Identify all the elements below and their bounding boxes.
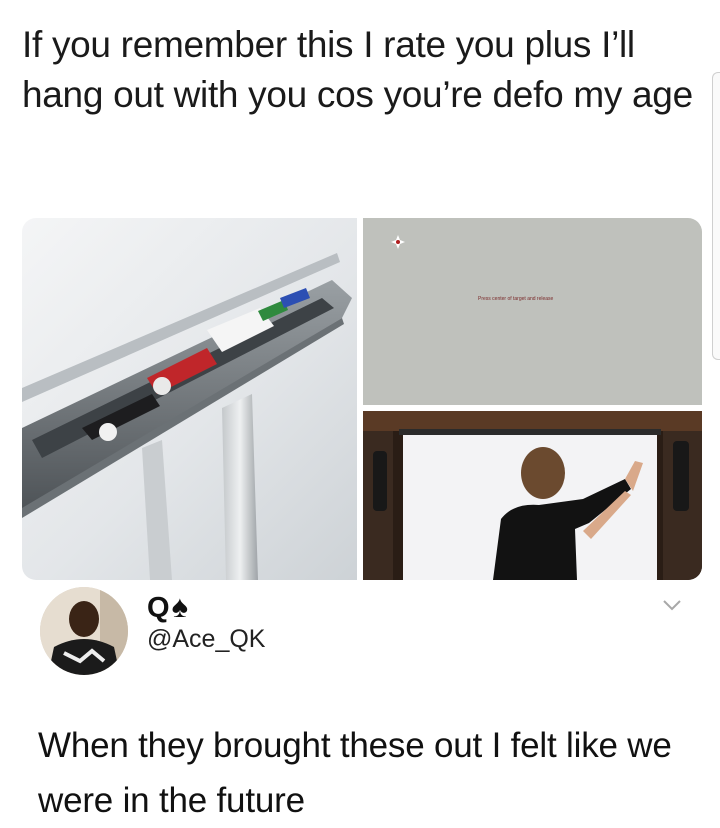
crosshair-target-icon	[391, 235, 405, 249]
pen-tray-illustration	[22, 253, 352, 580]
avatar-image	[40, 587, 128, 675]
display-name-text: Q	[147, 592, 170, 624]
photo-grid[interactable]: Press center of target and release	[22, 218, 702, 580]
calibration-instruction: Press center of target and release	[478, 296, 554, 302]
tweet-display-name: Q♠	[147, 589, 188, 625]
calibration-screen-photo[interactable]: Press center of target and release	[363, 218, 702, 405]
smartboard-person-photo[interactable]	[363, 411, 702, 580]
avatar[interactable]	[40, 587, 128, 675]
tweet-body: When they brought these out I felt like …	[38, 726, 672, 820]
spade-emoji: ♠	[171, 589, 189, 624]
scrollbar-thumb[interactable]	[712, 72, 720, 360]
whiteboard-pen-tray-photo[interactable]	[22, 218, 357, 580]
post-headline: If you remember this I rate you plus I’l…	[22, 24, 693, 115]
smartboard-scene	[363, 411, 702, 580]
chevron-down-icon[interactable]	[662, 598, 682, 612]
tweet-handle[interactable]: @Ace_QK	[147, 625, 265, 654]
